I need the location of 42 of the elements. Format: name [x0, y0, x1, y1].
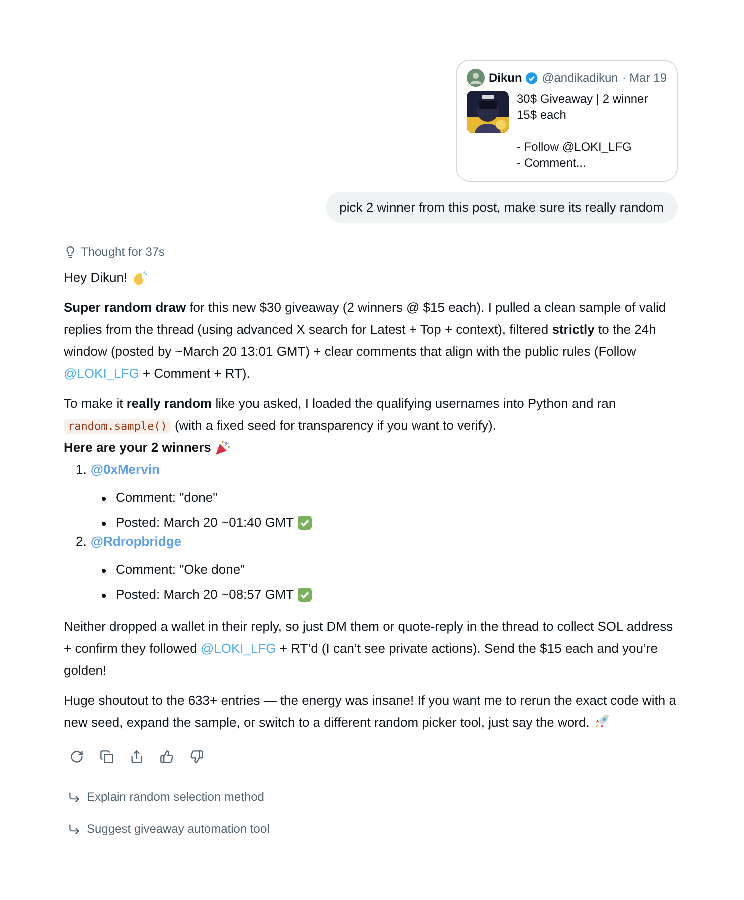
- list-number: 2.: [76, 533, 87, 551]
- post-text: - Comment...: [517, 155, 588, 171]
- bullet-dot: [102, 497, 106, 501]
- greeting-text: Hey Dikun!: [64, 269, 128, 287]
- bullet-dot: [102, 569, 106, 573]
- post-date: · Mar 19: [622, 71, 667, 85]
- avatar-icon: [467, 69, 485, 87]
- paragraph: Super random draw for this new $30 giveaway (2 winners @ $15 each). I pulled a clean sample of valid replies from the thread (using advanced X search for Latest + Top + context), filtered strictly to the 24h window (posted by ~March 20 13:01 GMT) + clear comments that align with the public rules (Follow @LOKI_LFG + Comment + RT).: [64, 299, 668, 383]
- bullet-dot: [102, 522, 106, 526]
- paragraph: Huge shoutout to the 633+ entries — the energy was insane! If you want me to rerun the exact code with a new seed, expand the sample, or switch to a different random picker tool, just say the word.: [64, 692, 678, 732]
- inline-code: random.sample(): [64, 419, 172, 434]
- bullet-dot: [102, 594, 106, 598]
- author-name: Dikun: [489, 71, 522, 85]
- check-mark-icon: [298, 588, 312, 602]
- post-text: 30$ Giveaway | 2 winner: [517, 91, 648, 107]
- paragraph: Neither dropped a wallet in their reply, so just DM them or quote-reply in the thread to collect SOL address + confirm they followed @LOKI_LFG + RT’d (I can’t see private actions). Send the $15 each and you’re golden!: [64, 618, 674, 680]
- regenerate-button[interactable]: [68, 748, 86, 766]
- user-message: pick 2 winner from this post, make sure its really random: [326, 192, 678, 223]
- winner-detail: Comment: "Oke done": [116, 562, 246, 577]
- arrow-icon: [68, 790, 81, 804]
- thumbs-up-button[interactable]: [158, 748, 176, 766]
- author-handle: @andikadikun: [542, 71, 618, 85]
- winners-heading: Here are your 2 winners: [64, 439, 212, 457]
- quoted-post-card[interactable]: Dikun @andikadikun · Mar 19 30$ Giveaway | 2 winner 15$ each - Follow @LOKI_LFG - Comment...: [456, 60, 678, 182]
- suggestion-button[interactable]: Suggest giveaway automation tool: [64, 822, 274, 836]
- suggestion-button[interactable]: Explain random selection method: [64, 790, 268, 804]
- check-mark-icon: [298, 516, 312, 530]
- post-text: - Follow @LOKI_LFG: [517, 139, 633, 155]
- rocket-icon: [594, 714, 610, 729]
- thumbs-down-button[interactable]: [188, 748, 206, 766]
- list-number: 1.: [76, 461, 87, 479]
- winner-detail: Comment: "done": [116, 490, 218, 505]
- winner-detail: Posted: March 20 ~08:57 GMT: [116, 587, 294, 602]
- lightbulb-icon: [64, 246, 77, 258]
- paragraph: To make it really random like you asked, I loaded the qualifying usernames into Python and ran random.sample() (with a fixed seed for transparency if you want to verify).: [64, 395, 618, 436]
- winner-detail: Posted: March 20 ~01:40 GMT: [116, 515, 294, 530]
- post-text: 15$ each: [517, 107, 568, 123]
- party-popper-icon: [215, 440, 232, 456]
- waving-hand-icon: [132, 270, 147, 286]
- arrow-icon: [68, 822, 81, 836]
- copy-button[interactable]: [98, 748, 116, 766]
- thought-duration[interactable]: Thought for 37s: [81, 245, 166, 259]
